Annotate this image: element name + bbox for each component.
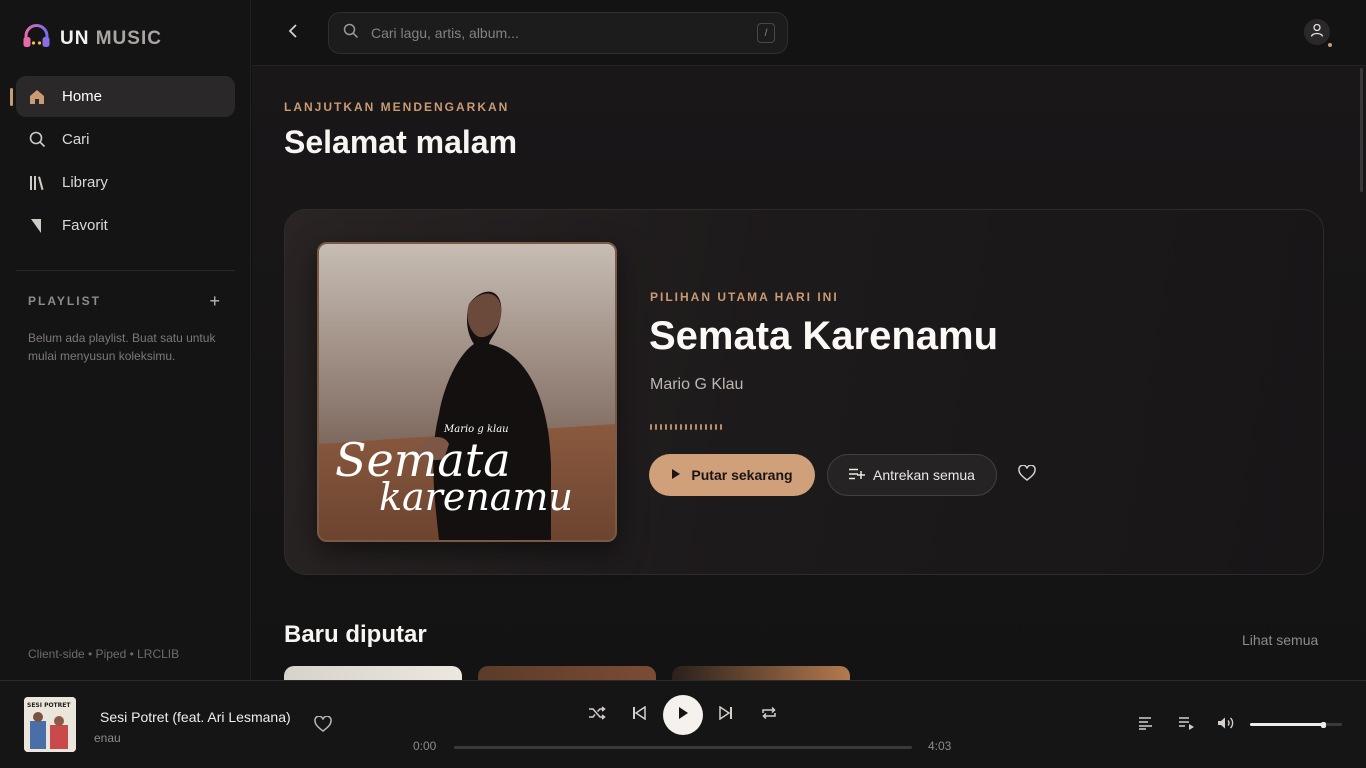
sidebar-footer-credits: Client-side • Piped • LRCLIB [28, 647, 180, 661]
back-button[interactable] [282, 22, 304, 44]
shuffle-icon [588, 705, 606, 725]
recent-card[interactable] [284, 666, 462, 680]
queue-add-icon [849, 467, 866, 483]
user-avatar-button[interactable] [1304, 19, 1332, 47]
favorite-icon [28, 217, 46, 235]
search-shortcut-hint: / [757, 23, 775, 43]
home-icon [28, 88, 46, 106]
repeat-button[interactable] [758, 704, 780, 726]
cover-title-script: Mario g klau Semata karenamu [335, 424, 573, 519]
repeat-icon [761, 706, 777, 725]
skip-previous-icon [632, 705, 646, 725]
queue-icon [1178, 716, 1195, 735]
queue-button[interactable] [1176, 715, 1196, 735]
svg-text:karenamu: karenamu [379, 475, 573, 519]
playlist-header: PLAYLIST + [28, 292, 220, 310]
volume-icon [1217, 716, 1235, 735]
featured-hero-card: Mario g klau Semata karenamu PILIHAN UTA… [284, 209, 1324, 575]
playlist-empty-message: Belum ada playlist. Buat satu untuk mula… [28, 331, 216, 363]
sidebar-divider [16, 270, 235, 271]
volume-slider[interactable] [1250, 721, 1342, 728]
like-button[interactable] [1017, 464, 1037, 486]
search-icon [28, 131, 46, 149]
heart-icon [1018, 464, 1036, 486]
heart-icon [314, 715, 332, 737]
section-eyebrow: LANJUTKAN MENDENGARKAN [284, 100, 510, 114]
nav-item-label: Library [62, 174, 108, 191]
user-icon [1310, 23, 1324, 42]
volume-button[interactable] [1216, 715, 1236, 735]
lyrics-icon [1138, 716, 1154, 735]
main-nav: Home Cari Library Favorit [10, 76, 235, 248]
skip-next-icon [719, 705, 733, 725]
logo[interactable]: UN MUSIC [22, 24, 162, 53]
search-bar[interactable]: / [328, 12, 788, 54]
nav-item-label: Cari [62, 131, 90, 148]
progress-bar[interactable] [454, 746, 912, 749]
total-time: 4:03 [928, 739, 952, 753]
queue-all-button[interactable]: Antrekan semua [827, 454, 997, 496]
recent-card[interactable] [478, 666, 656, 680]
nav-item-library[interactable]: Library [16, 162, 235, 203]
play-icon [671, 467, 681, 483]
page-title: Selamat malam [284, 124, 518, 160]
play-pause-button[interactable] [663, 695, 703, 735]
nav-item-cari[interactable]: Cari [16, 119, 235, 160]
shuffle-button[interactable] [586, 704, 608, 726]
player-bar: SESI POTRET Sesi Potret (feat. Ari Lesma… [0, 680, 1366, 768]
main-content: LANJUTKAN MENDENGARKAN Selamat malam Mar… [252, 66, 1366, 680]
recently-played-title: Baru diputar [284, 621, 427, 648]
play-now-button[interactable]: Putar sekarang [649, 454, 815, 496]
headphones-icon [22, 24, 51, 53]
add-playlist-button[interactable]: + [209, 292, 220, 310]
see-all-link[interactable]: Lihat semua [1242, 632, 1318, 648]
nav-item-favorit[interactable]: Favorit [16, 205, 235, 246]
hero-song-title: Semata Karenamu [649, 314, 999, 358]
search-icon [343, 23, 359, 44]
now-playing-artwork[interactable]: SESI POTRET [24, 697, 76, 752]
next-button[interactable] [715, 704, 737, 726]
nav-item-label: Home [62, 88, 103, 105]
play-now-label: Putar sekarang [691, 467, 793, 483]
now-playing-like-button[interactable] [313, 715, 333, 737]
nav-item-label: Favorit [62, 217, 108, 234]
svg-text:SESI POTRET: SESI POTRET [27, 702, 71, 709]
nav-item-home[interactable]: Home [10, 76, 235, 117]
lyrics-button[interactable] [1136, 715, 1156, 735]
library-icon [28, 174, 46, 192]
topbar: / [252, 0, 1366, 66]
now-playing-artist[interactable]: enau [94, 731, 121, 745]
previous-button[interactable] [628, 704, 650, 726]
notification-dot [1328, 43, 1332, 47]
logo-wordmark: UN MUSIC [60, 27, 162, 49]
equalizer-indicator [650, 424, 722, 430]
play-icon [677, 706, 689, 725]
hero-eyebrow: PILIHAN UTAMA HARI INI [650, 290, 839, 304]
elapsed-time: 0:00 [413, 739, 437, 753]
album-cover[interactable]: Mario g klau Semata karenamu [317, 242, 617, 542]
chevron-left-icon [288, 23, 298, 43]
recent-card[interactable] [672, 666, 850, 680]
now-playing-title[interactable]: Sesi Potret (feat. Ari Lesmana) [100, 709, 291, 725]
hero-artist-name[interactable]: Mario G Klau [650, 376, 743, 394]
search-input[interactable] [371, 25, 741, 41]
playlist-section-title: PLAYLIST [28, 294, 101, 308]
scrollbar[interactable] [1360, 68, 1363, 192]
sidebar: UN MUSIC Home Cari Library Favorit PLAYL… [0, 0, 251, 680]
volume-fill [1250, 721, 1326, 728]
queue-all-label: Antrekan semua [873, 467, 975, 483]
